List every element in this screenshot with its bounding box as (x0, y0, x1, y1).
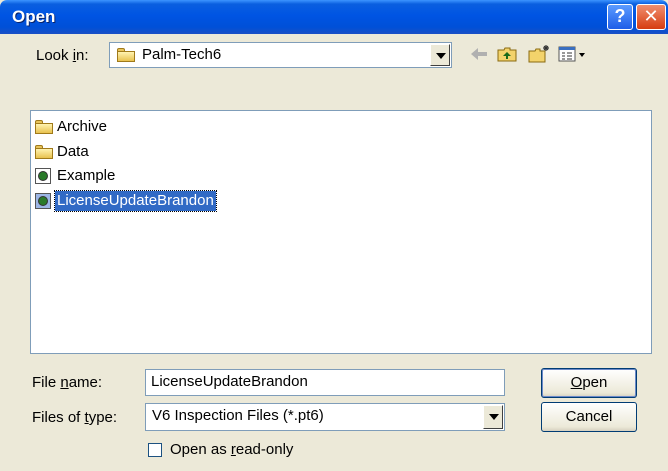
list-item-label: Example (57, 167, 116, 184)
folder-icon (117, 48, 135, 62)
file-name-label-mnemonic: n (60, 374, 69, 391)
open-dialog: Open ? ✕ Look in: Palm-Tech6 Archive Dat… (0, 0, 668, 471)
chevron-down-icon[interactable] (483, 405, 503, 429)
up-one-level-icon[interactable] (496, 44, 518, 64)
close-button[interactable]: ✕ (636, 4, 666, 30)
folder-icon (35, 120, 53, 134)
read-only-label-post: ead-only (235, 441, 294, 458)
list-item-label: Data (57, 143, 89, 160)
open-button[interactable]: Open (541, 368, 637, 398)
files-of-type-label-pre: Files of (32, 409, 85, 426)
folder-icon (35, 145, 53, 159)
cancel-button[interactable]: Cancel (541, 402, 637, 432)
files-of-type-label: Files of type: (32, 409, 117, 426)
open-button-label: pen (582, 374, 608, 391)
list-item-label: Archive (57, 118, 108, 135)
list-item-folder[interactable]: Data (33, 142, 153, 162)
pt6-file-icon (35, 193, 51, 209)
look-in-label: Look in: (36, 47, 89, 64)
file-name-label-post: ame: (68, 374, 103, 391)
list-item-file[interactable]: Example (33, 166, 153, 186)
list-item-file-selected[interactable]: LicenseUpdateBrandon (33, 190, 273, 212)
read-only-label[interactable]: Open as read-only (170, 441, 293, 458)
list-item-label: LicenseUpdateBrandon (54, 190, 217, 212)
file-name-label-pre: File (32, 374, 61, 391)
chevron-down-icon[interactable] (430, 44, 450, 66)
help-button[interactable]: ? (607, 4, 633, 30)
look-in-dropdown[interactable]: Palm-Tech6 (109, 42, 452, 68)
files-of-type-value: V6 Inspection Files (*.pt6) (152, 407, 324, 424)
list-item-folder[interactable]: Archive (33, 117, 153, 137)
file-name-label: File name: (32, 374, 102, 391)
pt6-file-icon (35, 168, 51, 184)
file-name-input[interactable]: LicenseUpdateBrandon (145, 369, 505, 396)
title-bar[interactable]: Open ? ✕ (0, 0, 668, 34)
read-only-checkbox[interactable] (148, 443, 162, 457)
new-folder-icon[interactable] (527, 44, 549, 64)
files-of-type-dropdown[interactable]: V6 Inspection Files (*.pt6) (145, 403, 505, 431)
views-menu-icon[interactable] (557, 44, 589, 64)
look-in-label-pre: Look (36, 47, 73, 64)
file-list[interactable]: Archive Data Example LicenseUpdateBrando… (30, 110, 652, 354)
back-arrow-icon[interactable] (468, 44, 490, 64)
look-in-value: Palm-Tech6 (142, 46, 222, 63)
files-of-type-label-post: ype: (88, 409, 118, 426)
open-button-mnemonic: O (570, 374, 583, 391)
look-in-label-post: n: (76, 47, 89, 64)
window-title: Open (12, 7, 56, 26)
read-only-label-pre: Open as (170, 441, 231, 458)
